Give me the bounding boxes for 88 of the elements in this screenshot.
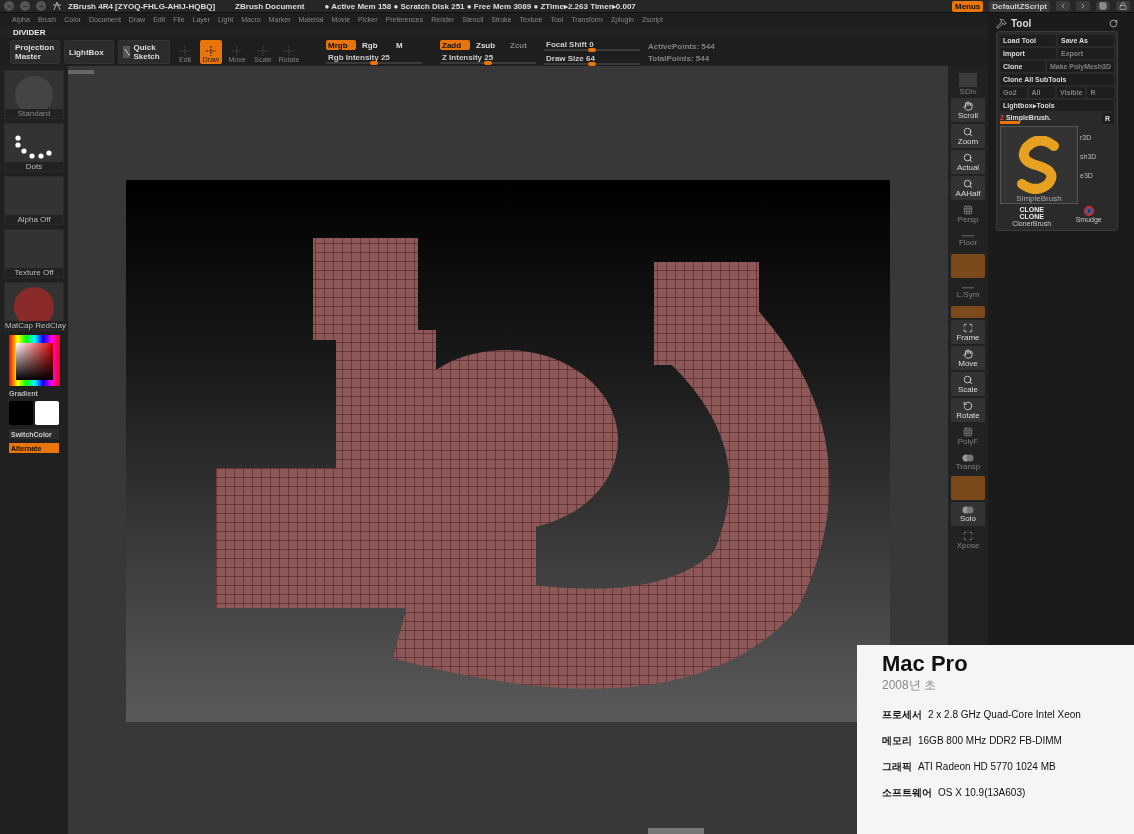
spec-label: 그래픽 xyxy=(882,760,912,774)
hand-icon xyxy=(963,348,973,359)
thumbnail-label: Standard xyxy=(5,109,63,118)
spec-value: 16GB 800 MHz DDR2 FB-DIMM xyxy=(918,735,1062,746)
status-text: ● Active Mem 158 ● Scratch Disk 251 ● Free Mem 3089 ● ZTime▸2.263 Timer▸0.007 xyxy=(324,1,636,11)
search-icon xyxy=(963,126,973,137)
search-icon xyxy=(963,374,973,385)
mode-button[interactable]: Zadd xyxy=(440,40,470,50)
card-subtitle: 2008년 초 xyxy=(882,677,938,694)
thumbnail[interactable]: Alpha Off xyxy=(4,176,64,225)
swirl-icon xyxy=(1082,206,1095,216)
rotate-icon xyxy=(963,400,973,411)
mode-icon xyxy=(180,46,190,56)
mode-button[interactable]: Mrgb xyxy=(326,40,356,50)
spheres-icon xyxy=(962,505,974,514)
secondary-color-swatch[interactable] xyxy=(35,401,59,425)
close-button[interactable] xyxy=(4,1,14,11)
thumbnail[interactable]: Dots xyxy=(4,123,64,172)
thumbnail[interactable]: Standard xyxy=(4,70,64,119)
view-button[interactable]: Scale xyxy=(951,372,985,396)
minimize-button[interactable] xyxy=(20,1,30,11)
mode-button[interactable]: M xyxy=(394,40,424,50)
plus-icon xyxy=(37,2,45,10)
view-button[interactable]: Actual xyxy=(951,150,985,174)
mode-icon xyxy=(258,46,268,56)
spec-value: OS X 10.9(13A603) xyxy=(938,787,1026,798)
color-picker[interactable] xyxy=(8,335,60,386)
sketch-icon xyxy=(123,46,131,58)
search-icon xyxy=(963,178,973,189)
slider[interactable]: Z Intensity 25 xyxy=(440,53,536,64)
thumbnail[interactable]: Texture Off xyxy=(4,229,64,278)
view-button[interactable]: Rotate xyxy=(951,398,985,422)
spec-label: 메모리 xyxy=(882,734,912,748)
script-button[interactable]: DefaultZScript xyxy=(989,0,1050,12)
spec-label: 소프트웨어 xyxy=(882,786,932,800)
view-button[interactable]: AAHalf xyxy=(951,176,985,200)
toolbar-button[interactable]: LightBox xyxy=(64,40,114,64)
chevron-right-icon xyxy=(1079,2,1087,10)
slider[interactable]: Focal Shift 0 xyxy=(544,39,640,51)
frame-icon xyxy=(963,322,973,333)
figure-logo-icon xyxy=(52,1,62,11)
close-icon xyxy=(5,2,13,10)
window-layout-button[interactable] xyxy=(1096,1,1110,11)
mode-button[interactable]: Zsub xyxy=(474,40,504,50)
mode-button[interactable]: Rgb xyxy=(360,40,390,50)
slider[interactable]: Draw Size 64 xyxy=(544,53,640,65)
maximize-button[interactable] xyxy=(36,1,46,11)
hammer-icon xyxy=(996,17,1007,29)
spec-label: 프로세서 xyxy=(882,708,922,722)
toolbar-button[interactable]: Projection Master xyxy=(10,40,60,64)
primary-color-swatch[interactable] xyxy=(9,401,33,425)
app-title: ZBrush 4R4 [ZYOQ-FHLG-AHIJ-HQBQ] xyxy=(68,1,216,11)
mode-icon xyxy=(232,46,242,56)
lock-button[interactable] xyxy=(1116,1,1130,11)
hand-icon xyxy=(963,100,973,111)
frame-icon xyxy=(963,530,973,541)
chevron-left-icon xyxy=(1059,2,1067,10)
mode-icon xyxy=(206,46,216,56)
thumbnail-label: Texture Off xyxy=(5,268,63,277)
spheres-icon xyxy=(962,453,974,462)
scroll-handle[interactable] xyxy=(648,828,704,834)
dots-icon xyxy=(14,134,54,161)
view-button[interactable]: Move xyxy=(951,346,985,370)
document-title: ZBrush Document xyxy=(235,1,305,11)
view-button[interactable]: Zoom xyxy=(951,124,985,148)
thumbnail-label: Dots xyxy=(5,162,63,171)
lock-icon xyxy=(1119,2,1127,10)
view-button[interactable]: Solo xyxy=(951,502,985,526)
prev-button[interactable] xyxy=(1056,1,1070,11)
card-title: Mac Pro xyxy=(882,651,969,677)
points-stat: TotalPoints: 544 xyxy=(648,53,711,63)
spec-value: ATI Radeon HD 5770 1024 MB xyxy=(918,761,1056,772)
points-stat: ActivePoints: 544 xyxy=(648,41,716,51)
refresh-icon[interactable] xyxy=(1109,18,1118,28)
view-button[interactable]: Frame xyxy=(951,320,985,344)
tool-preview[interactable]: SimpleBrush xyxy=(1000,126,1078,204)
divider-label: DIVIDER xyxy=(12,26,47,38)
thumbnail-label: Alpha Off xyxy=(5,215,63,224)
menus-button[interactable]: Menus xyxy=(952,0,984,12)
slider[interactable]: Rgb Intensity 25 xyxy=(326,53,422,64)
next-button[interactable] xyxy=(1076,1,1090,11)
toolbar-button[interactable]: Quick Sketch xyxy=(118,40,170,64)
view-button[interactable]: Scroll xyxy=(951,98,985,122)
tool-panel-title: Tool xyxy=(1011,17,1033,29)
spec-value: 2 x 2.8 GHz Quad-Core Intel Xeon xyxy=(928,709,1081,720)
search-icon xyxy=(963,152,973,163)
thumbnail[interactable]: MatCap RedClay xyxy=(4,282,64,331)
mode-icon xyxy=(284,46,294,56)
